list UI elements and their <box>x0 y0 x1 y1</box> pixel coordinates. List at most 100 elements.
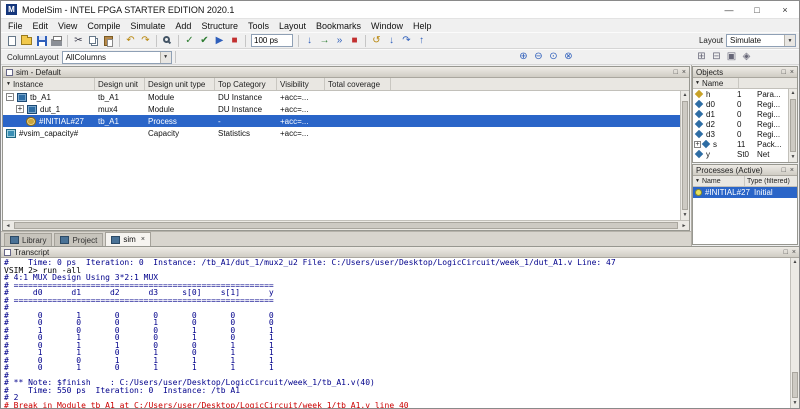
close-icon[interactable]: × <box>141 236 145 243</box>
collapse-all-button[interactable]: ⊟ <box>709 50 724 64</box>
new-file-button[interactable] <box>4 34 19 48</box>
sim-panel-header[interactable]: sim - Default □ × <box>3 67 689 78</box>
objects-vertical-scrollbar[interactable]: ▲ ▼ <box>788 89 797 162</box>
menu-simulate[interactable]: Simulate <box>125 21 170 31</box>
zoom-in-button[interactable]: ⊕ <box>516 50 531 64</box>
scroll-down-icon[interactable]: ▼ <box>789 153 797 162</box>
stop-button[interactable]: ■ <box>347 34 362 48</box>
objects-panel-header[interactable]: Objects □ × <box>693 67 797 78</box>
tree-row-tb_A1[interactable]: − tb_A1 tb_A1 Module DU Instance +acc=..… <box>3 91 680 103</box>
paste-button[interactable] <box>101 34 116 48</box>
sim-vertical-scrollbar[interactable]: ▲ ▼ <box>680 91 689 220</box>
undock-icon[interactable]: □ <box>784 249 788 256</box>
run-length-input[interactable] <box>251 34 293 47</box>
run-button[interactable]: ↓ <box>302 34 317 48</box>
column-header-name[interactable]: ▼ Name <box>693 176 745 186</box>
scroll-up-icon[interactable]: ▲ <box>681 91 689 100</box>
scroll-left-icon[interactable]: ◄ <box>3 223 13 229</box>
undock-icon[interactable]: □ <box>674 69 678 76</box>
close-icon[interactable]: × <box>682 69 686 76</box>
menu-view[interactable]: View <box>53 21 82 31</box>
transcript-vertical-scrollbar[interactable]: ▲ ▼ <box>790 258 799 408</box>
close-icon[interactable]: × <box>792 249 796 256</box>
step-out-button[interactable]: ↑ <box>414 34 429 48</box>
tree-row-initial-27[interactable]: #INITIAL#27 tb_A1 Process - +acc=... <box>3 115 680 127</box>
view-grid-button[interactable]: ▣ <box>724 50 739 64</box>
minimize-button[interactable]: — <box>715 1 743 18</box>
object-row-h[interactable]: h 1 Para... <box>693 89 788 99</box>
menu-file[interactable]: File <box>3 21 28 31</box>
menu-structure[interactable]: Structure <box>196 21 243 31</box>
scroll-down-icon[interactable]: ▼ <box>791 399 799 408</box>
scrollbar-thumb[interactable] <box>14 222 678 229</box>
zoom-mode-button[interactable]: ⊗ <box>561 50 576 64</box>
column-header-instance[interactable]: ▼ Instance <box>3 78 95 90</box>
simulate-button[interactable]: ▶ <box>212 34 227 48</box>
tree-row-vsim-capacity[interactable]: #vsim_capacity# Capacity Statistics +acc… <box>3 127 680 139</box>
step-over-button[interactable]: ↷ <box>399 34 414 48</box>
compile-button[interactable]: ✓ <box>182 34 197 48</box>
scroll-up-icon[interactable]: ▲ <box>791 258 799 267</box>
tab-library[interactable]: Library <box>4 233 53 246</box>
processes-panel-header[interactable]: Processes (Active) □ × <box>693 165 797 176</box>
process-row-initial-27[interactable]: #INITIAL#27 Initial <box>693 187 797 198</box>
tab-sim[interactable]: sim × <box>105 232 151 246</box>
zoom-full-button[interactable]: ⊙ <box>546 50 561 64</box>
close-icon[interactable]: × <box>790 167 794 174</box>
menu-add[interactable]: Add <box>170 21 196 31</box>
transcript-console[interactable]: # Time: 0 ps Iteration: 0 Instance: /tb_… <box>1 258 799 408</box>
compile-all-button[interactable]: ✔ <box>197 34 212 48</box>
zoom-out-button[interactable]: ⊖ <box>531 50 546 64</box>
step-into-button[interactable]: ↓ <box>384 34 399 48</box>
scrollbar-track[interactable] <box>789 98 797 153</box>
layout-select[interactable]: Simulate ▼ <box>726 34 796 47</box>
copy-button[interactable] <box>86 34 101 48</box>
column-header-visibility[interactable]: Visibility <box>277 78 325 90</box>
continue-run-button[interactable]: → <box>317 34 332 48</box>
object-row-d0[interactable]: d0 0 Regi... <box>693 99 788 109</box>
scrollbar-track[interactable] <box>791 267 799 399</box>
close-button[interactable]: × <box>771 1 799 18</box>
scrollbar-thumb[interactable] <box>790 99 796 152</box>
column-header-total-coverage[interactable]: Total coverage <box>325 78 391 90</box>
collapse-icon[interactable]: − <box>6 93 14 101</box>
column-header-design-unit-type[interactable]: Design unit type <box>145 78 215 90</box>
undock-icon[interactable]: □ <box>782 167 786 174</box>
tree-row-dut_1[interactable]: + dut_1 mux4 Module DU Instance +acc=... <box>3 103 680 115</box>
filter-button[interactable]: ◈ <box>739 50 754 64</box>
column-header-top-category[interactable]: Top Category <box>215 78 277 90</box>
run-all-button[interactable]: » <box>332 34 347 48</box>
columnlayout-select[interactable]: AllColumns ▼ <box>61 50 172 64</box>
scroll-down-icon[interactable]: ▼ <box>681 211 689 220</box>
scroll-right-icon[interactable]: ► <box>679 223 689 229</box>
break-button[interactable]: ■ <box>227 34 242 48</box>
menu-edit[interactable]: Edit <box>28 21 54 31</box>
undo-button[interactable]: ↶ <box>123 34 138 48</box>
scrollbar-thumb[interactable] <box>682 101 688 210</box>
column-header-design-unit[interactable]: Design unit <box>95 78 145 90</box>
find-button[interactable] <box>160 34 175 48</box>
menu-compile[interactable]: Compile <box>82 21 125 31</box>
object-row-d1[interactable]: d1 0 Regi... <box>693 109 788 119</box>
print-button[interactable] <box>49 34 64 48</box>
expand-all-button[interactable]: ⊞ <box>694 50 709 64</box>
expand-icon[interactable]: + <box>16 105 24 113</box>
redo-button[interactable]: ↷ <box>138 34 153 48</box>
column-header-name[interactable]: ▼ Name <box>693 78 739 88</box>
undock-icon[interactable]: □ <box>782 69 786 76</box>
close-icon[interactable]: × <box>790 69 794 76</box>
save-button[interactable] <box>34 34 49 48</box>
tab-project[interactable]: Project <box>54 233 104 246</box>
open-button[interactable] <box>19 34 34 48</box>
object-row-s[interactable]: + s 11 Pack... <box>693 139 788 149</box>
maximize-button[interactable]: □ <box>743 1 771 18</box>
column-header-type-filtered[interactable]: Type (filtered) <box>745 178 797 185</box>
menu-layout[interactable]: Layout <box>274 21 311 31</box>
object-row-d2[interactable]: d2 0 Regi... <box>693 119 788 129</box>
scroll-up-icon[interactable]: ▲ <box>789 89 797 98</box>
menu-window[interactable]: Window <box>366 21 408 31</box>
sim-horizontal-scrollbar[interactable]: ◄ ► <box>3 220 689 230</box>
transcript-header[interactable]: Transcript □ × <box>1 247 799 258</box>
expand-icon[interactable]: + <box>694 140 701 148</box>
object-row-y[interactable]: y St0 Net <box>693 149 788 159</box>
